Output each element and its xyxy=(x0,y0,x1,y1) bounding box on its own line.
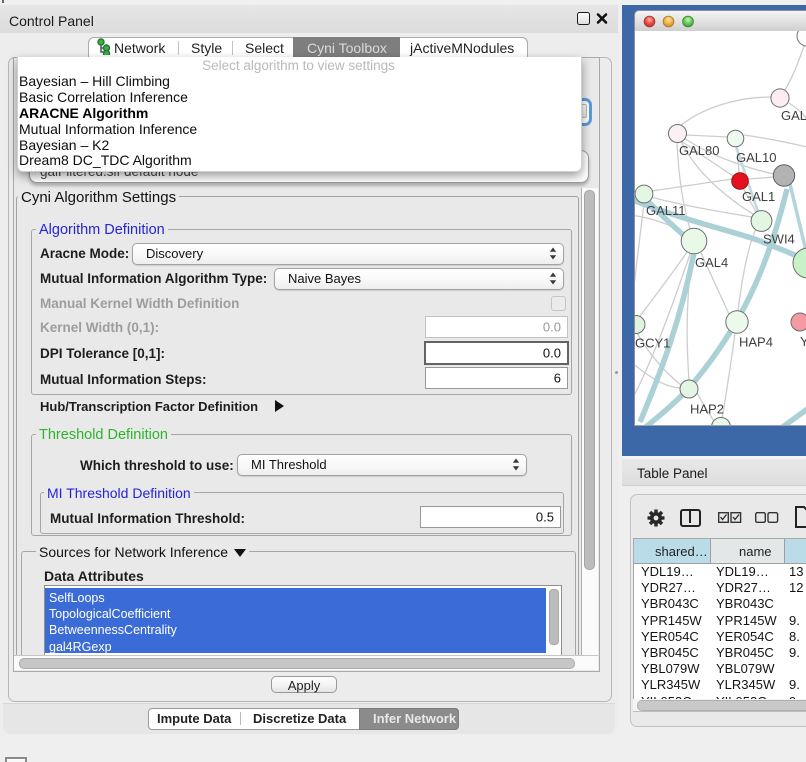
svg-text:GAL2: GAL2 xyxy=(781,108,806,123)
svg-text:GAL4: GAL4 xyxy=(695,255,728,270)
svg-text:HAP2: HAP2 xyxy=(690,402,724,417)
svg-text:GAL80: GAL80 xyxy=(679,143,719,158)
svg-text:GAL1: GAL1 xyxy=(742,189,775,204)
svg-text:Y: Y xyxy=(800,334,806,349)
svg-text:GAL11: GAL11 xyxy=(646,203,686,218)
svg-text:GCY1: GCY1 xyxy=(635,336,670,351)
svg-text:GAL10: GAL10 xyxy=(736,150,776,165)
svg-text:HAP4: HAP4 xyxy=(739,335,773,350)
svg-text:SWI4: SWI4 xyxy=(763,232,795,247)
